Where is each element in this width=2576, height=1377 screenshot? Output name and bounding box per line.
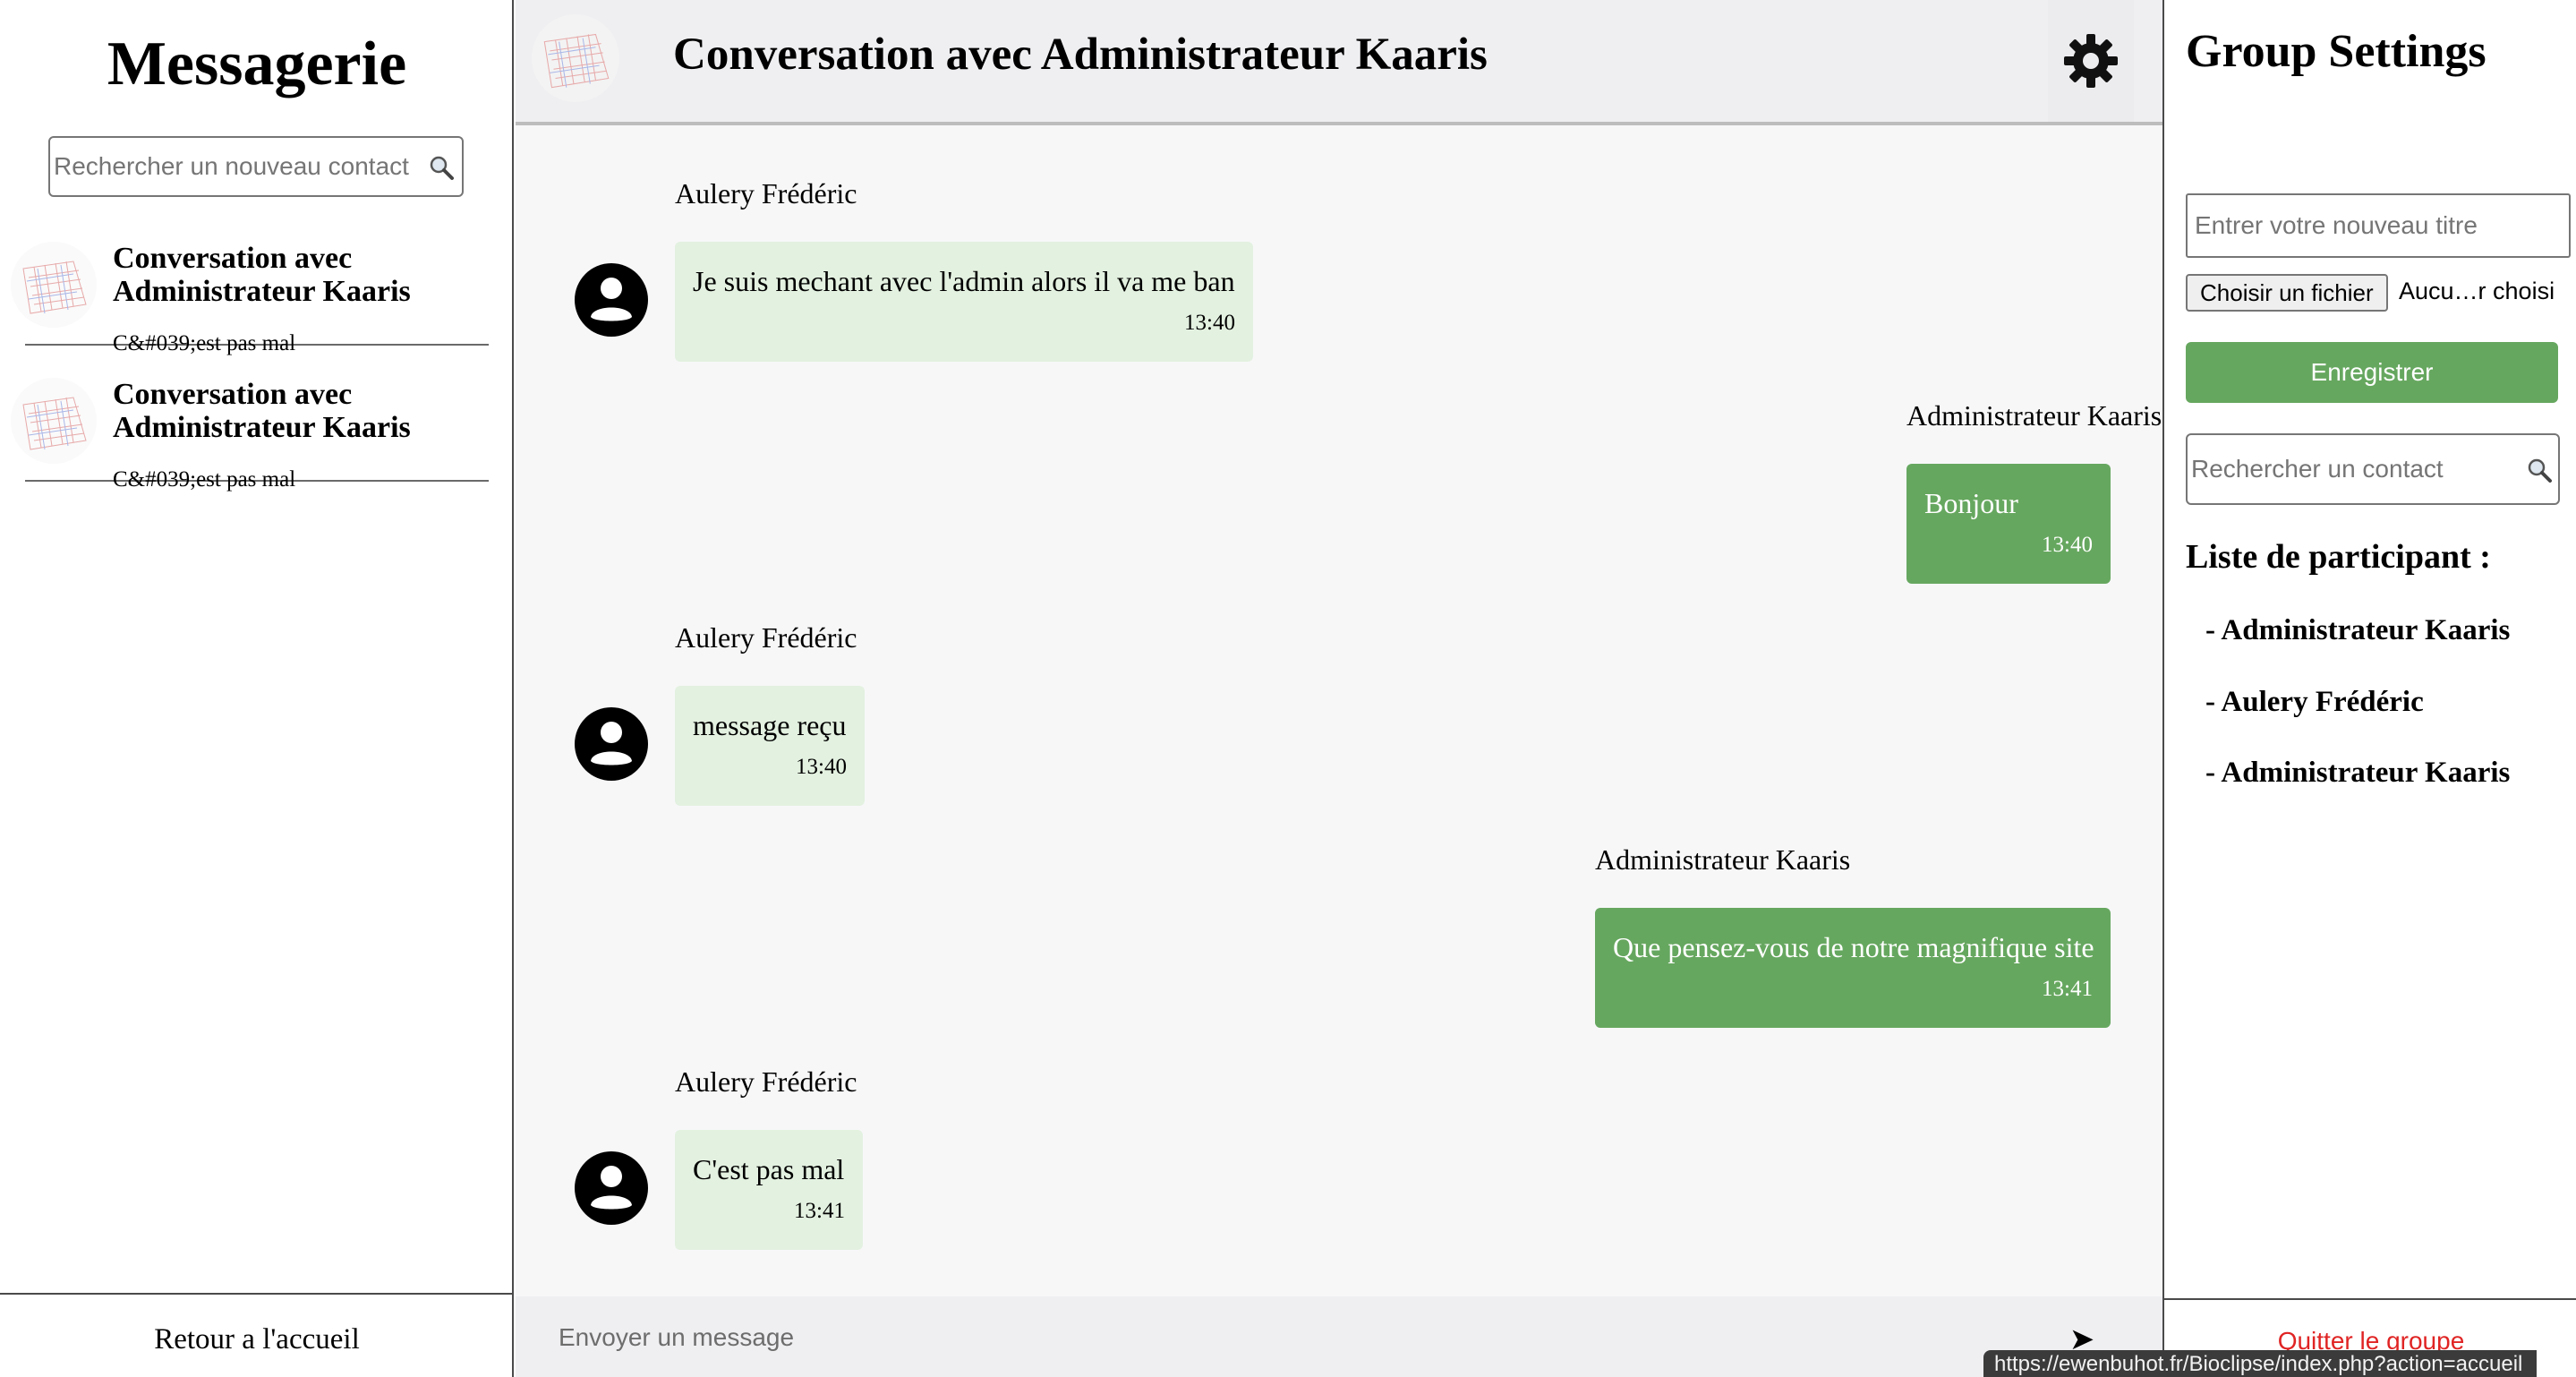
app-title: Messagerie <box>107 30 407 98</box>
chat-header: Conversation avec Administrateur Kaaris <box>516 0 2162 125</box>
sidebar-footer: Retour a l'accueil <box>0 1293 514 1377</box>
gear-icon <box>2064 34 2118 88</box>
message-bubble: Bonjour 13:40 <box>1906 464 2111 584</box>
user-avatar-icon <box>575 707 648 781</box>
group-image-icon <box>22 397 87 450</box>
conversation-avatar <box>532 14 619 102</box>
conversation-item[interactable]: Conversation avec Administrateur Kaaris … <box>0 233 514 367</box>
conversation-avatar <box>11 242 97 328</box>
status-bar-url: https://ewenbuhot.fr/Bioclipse/index.php… <box>1983 1350 2538 1377</box>
message-sender: Aulery Frédéric <box>675 1065 857 1098</box>
new-title-input[interactable] <box>2186 193 2571 258</box>
choose-file-button[interactable]: Choisir un fichier <box>2186 274 2388 312</box>
message-time: 13:41 <box>2042 977 2093 1001</box>
group-image-icon <box>543 33 610 89</box>
save-button[interactable]: Enregistrer <box>2186 342 2558 403</box>
message-text: Que pensez-vous de notre magnifique site <box>1613 931 2094 963</box>
new-contact-search-input[interactable] <box>50 138 426 195</box>
message-sender: Aulery Frédéric <box>675 177 857 210</box>
conversation-item[interactable]: Conversation avec Administrateur Kaaris … <box>0 369 514 503</box>
participant-item: - Aulery Frédéric <box>2205 686 2424 718</box>
conversation-avatar <box>11 378 97 464</box>
search-icon[interactable] <box>428 154 455 181</box>
conversation-preview: C&#039;est pas mal <box>113 467 296 492</box>
user-avatar-icon <box>575 1151 648 1225</box>
participant-item: - Administrateur Kaaris <box>2205 757 2511 789</box>
message-sender: Aulery Frédéric <box>675 621 857 654</box>
message-time: 13:40 <box>796 755 847 779</box>
message-composer: ➤ <box>516 1296 2162 1377</box>
participants-heading: Liste de participant : <box>2186 538 2491 576</box>
message-sender: Administrateur Kaaris <box>1906 399 2162 432</box>
message-sender: Administrateur Kaaris <box>1595 843 1851 876</box>
message-text: message reçu <box>693 709 847 741</box>
message-input[interactable] <box>559 1311 1991 1364</box>
message-text: C'est pas mal <box>693 1153 845 1185</box>
conversation-preview: C&#039;est pas mal <box>113 331 296 355</box>
conversation-title: Conversation avec Administrateur Kaaris <box>113 378 411 444</box>
new-contact-search[interactable] <box>48 136 464 197</box>
group-settings-panel: Group Settings Choisir un fichier Aucu…r… <box>2162 0 2576 1377</box>
home-link[interactable]: Retour a l'accueil <box>0 1295 514 1356</box>
message-bubble: Je suis mechant avec l'admin alors il va… <box>675 242 1253 362</box>
participant-item: - Administrateur Kaaris <box>2205 614 2511 646</box>
settings-button[interactable] <box>2048 0 2134 122</box>
search-icon[interactable] <box>2526 457 2553 483</box>
message-bubble: C'est pas mal 13:41 <box>675 1130 863 1250</box>
contact-search-input[interactable] <box>2188 435 2519 503</box>
message-bubble: message reçu 13:40 <box>675 686 865 806</box>
message-time: 13:40 <box>2042 533 2093 557</box>
user-avatar-icon <box>575 263 648 337</box>
conversations-sidebar: Messagerie Conversation avec Administrat… <box>0 0 514 1377</box>
conversation-title: Conversation avec Administrateur Kaaris <box>113 242 411 308</box>
file-status: Aucu…r choisi <box>2399 278 2555 304</box>
settings-title: Group Settings <box>2186 26 2486 77</box>
chat-panel: Conversation avec Administrateur Kaaris … <box>516 0 2162 1377</box>
conversation-title: Conversation avec Administrateur Kaaris <box>673 30 1488 80</box>
message-text: Bonjour <box>1924 487 2018 519</box>
group-image-icon <box>22 261 87 314</box>
message-bubble: Que pensez-vous de notre magnifique site… <box>1595 908 2111 1028</box>
contact-search[interactable] <box>2186 433 2560 505</box>
message-time: 13:40 <box>1184 311 1235 335</box>
message-text: Je suis mechant avec l'admin alors il va… <box>693 265 1235 297</box>
message-time: 13:41 <box>794 1199 845 1223</box>
